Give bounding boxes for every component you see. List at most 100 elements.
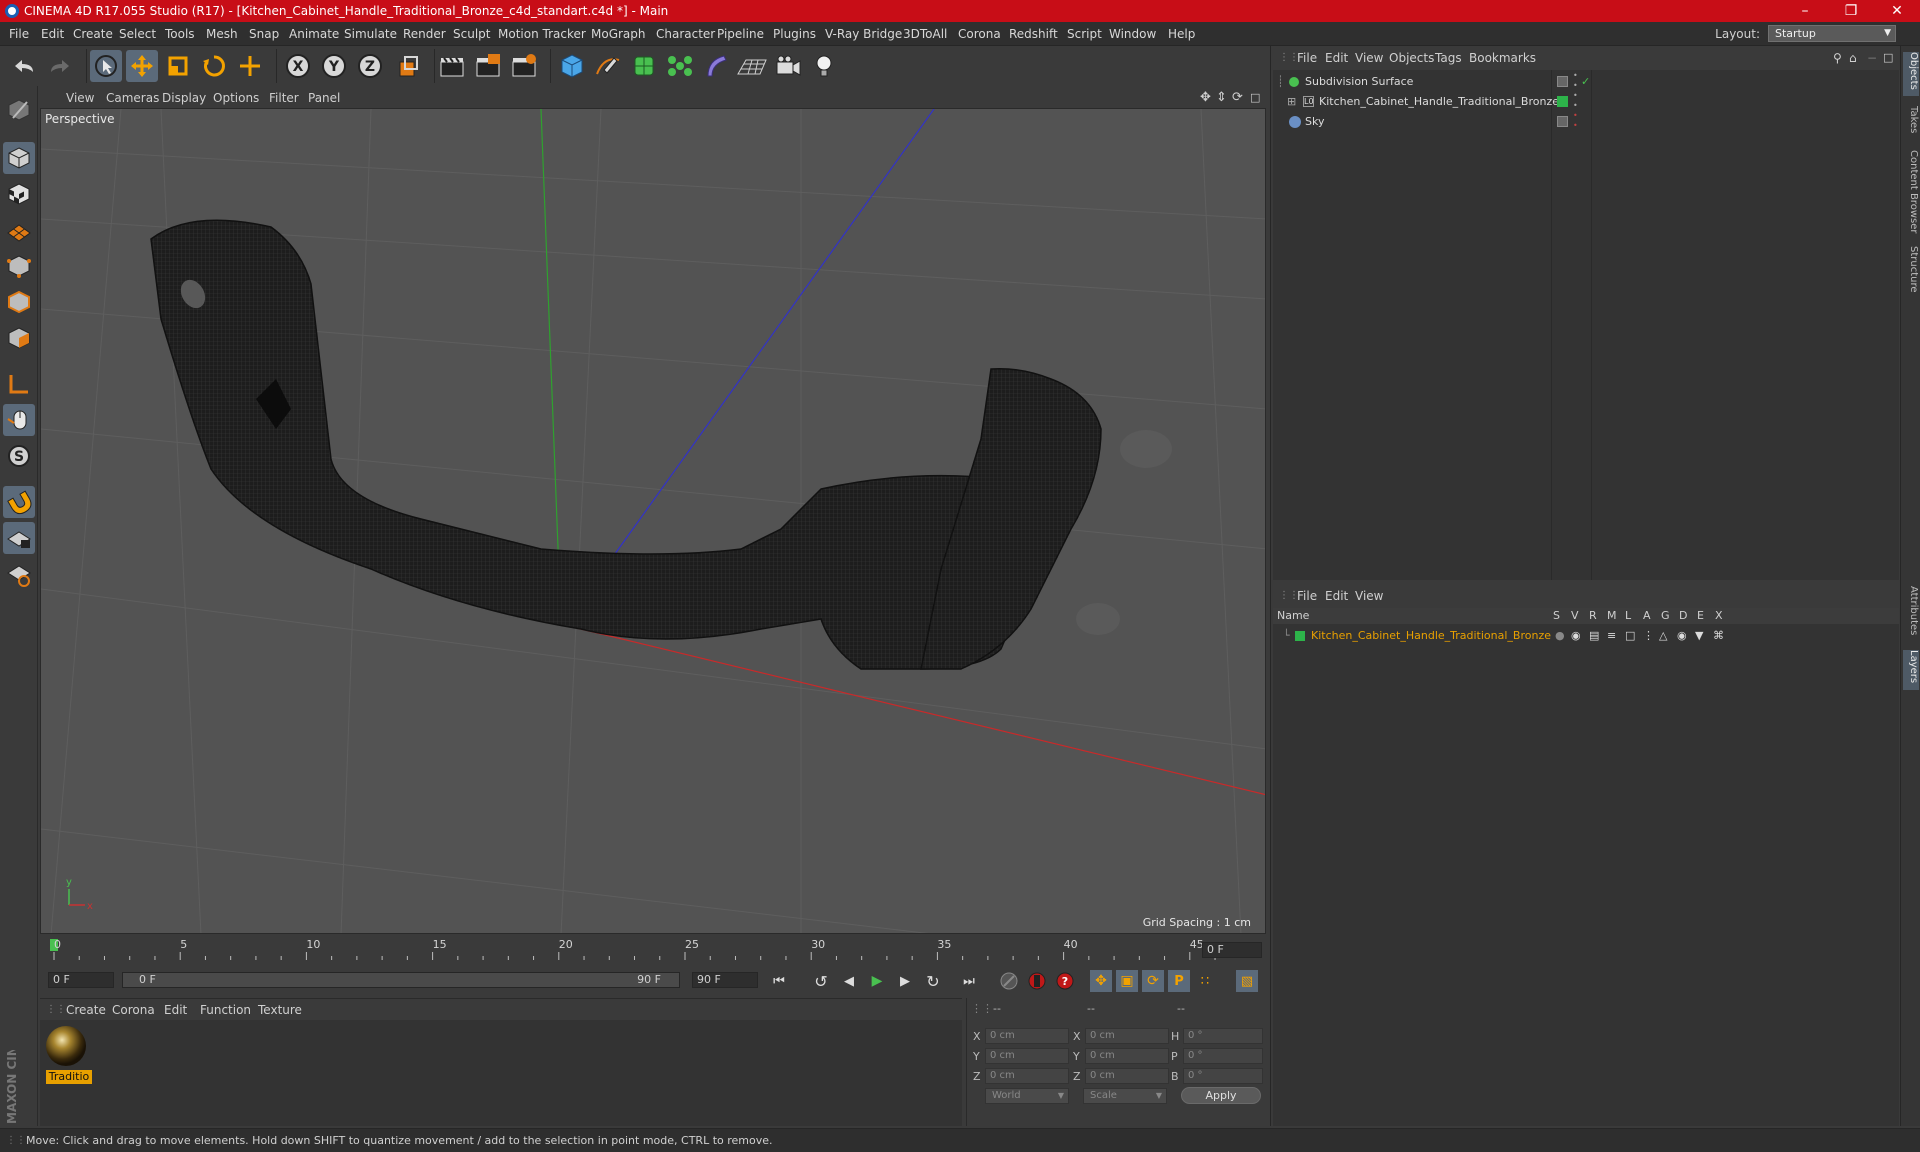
pos-y-field[interactable]: 0 cm [985, 1048, 1069, 1064]
add-spline-button[interactable] [592, 50, 624, 82]
record-keys-button[interactable] [998, 970, 1020, 992]
layer-visible-eye-icon[interactable]: ◉ [1571, 626, 1581, 646]
layer-manager-icon[interactable]: ≡ [1607, 626, 1616, 646]
menu-mesh[interactable]: Mesh [206, 22, 238, 46]
y-axis-lock-button[interactable]: Y [318, 50, 350, 82]
layer-animation-icon[interactable]: ⋮ [1643, 626, 1654, 646]
viewport-maximize-icon[interactable]: □ [1250, 88, 1260, 108]
objects-menu-edit[interactable]: Edit [1325, 48, 1348, 68]
axis-mode-button[interactable] [3, 368, 35, 400]
menu-simulate[interactable]: Simulate [344, 22, 397, 46]
viewport-move-icon[interactable]: ✥ [1200, 88, 1211, 108]
material-menu-corona[interactable]: Corona [112, 999, 155, 1021]
undo-button[interactable] [8, 50, 40, 82]
menu-file[interactable]: File [9, 22, 29, 46]
search-icon[interactable]: ⚲ [1833, 48, 1842, 68]
material-menu-edit[interactable]: Edit [164, 999, 187, 1021]
menu-window[interactable]: Window [1109, 22, 1156, 46]
menu-mograph[interactable]: MoGraph [591, 22, 646, 46]
tab-takes[interactable]: Takes [1903, 106, 1919, 142]
menu-create[interactable]: Create [73, 22, 113, 46]
home-icon[interactable]: ⌂ [1849, 48, 1857, 68]
snap-button[interactable]: S [3, 440, 35, 472]
menu-help[interactable]: Help [1168, 22, 1195, 46]
next-key-button[interactable]: ↻ [922, 970, 944, 992]
key-rotation-button[interactable]: ⟳ [1142, 970, 1164, 992]
add-light-button[interactable] [808, 50, 840, 82]
make-editable-button[interactable] [3, 94, 35, 126]
workplane-rotate-button[interactable] [3, 558, 35, 590]
layer-deformer-icon[interactable]: ◉ [1677, 626, 1687, 646]
polygons-mode-button[interactable] [3, 322, 35, 354]
layer-xref-icon[interactable]: ⌘ [1713, 626, 1724, 646]
layers-menu-view[interactable]: View [1355, 586, 1383, 606]
autokey-button[interactable] [1026, 970, 1048, 992]
menu-pipeline[interactable]: Pipeline [717, 22, 764, 46]
maximize-button[interactable]: ❐ [1828, 0, 1874, 22]
prev-key-button[interactable]: ↺ [810, 970, 832, 992]
keyframe-selection-button[interactable]: ? [1054, 970, 1076, 992]
object-row-kitchen-handle[interactable]: ⊞ L0 Kitchen_Cabinet_Handle_Traditional_… [1273, 91, 1899, 112]
menu-character[interactable]: Character [656, 22, 715, 46]
scale-tool[interactable] [162, 50, 194, 82]
visibility-dots-icon[interactable]: • • [1573, 71, 1578, 91]
render-settings-button[interactable] [508, 50, 540, 82]
redo-button[interactable] [44, 50, 76, 82]
timeline-window-button[interactable]: ▧ [1236, 970, 1258, 992]
end-frame-field[interactable]: 90 F [692, 972, 758, 988]
menu-render[interactable]: Render [403, 22, 446, 46]
rot-b-field[interactable]: 0 ° [1183, 1068, 1263, 1084]
layer-row[interactable]: └ Kitchen_Cabinet_Handle_Traditional_Bro… [1273, 626, 1899, 646]
layer-color-icon[interactable] [1295, 631, 1305, 641]
layers-menu-file[interactable]: File [1297, 586, 1317, 606]
play-button[interactable]: ▶ [866, 970, 888, 992]
layer-generator-icon[interactable]: △ [1659, 626, 1667, 646]
viewport-menu-cameras[interactable]: Cameras [106, 88, 159, 108]
points-mode-button[interactable] [3, 250, 35, 282]
go-to-start-button[interactable]: ⏮ [768, 970, 790, 992]
add-cube-button[interactable] [556, 50, 588, 82]
size-y-field[interactable]: 0 cm [1085, 1048, 1169, 1064]
rot-h-field[interactable]: 0 ° [1183, 1028, 1263, 1044]
apply-button[interactable]: Apply [1181, 1087, 1261, 1104]
current-frame-field[interactable]: 0 F [1202, 942, 1262, 958]
enabled-check-icon[interactable]: ✓ [1581, 72, 1590, 92]
timeline-ruler[interactable]: 051015202530354045505560657075808590 0 F [40, 936, 1835, 964]
3d-viewport[interactable]: y x Perspective Grid Spacing : 1 cm [40, 108, 1266, 934]
menu-select[interactable]: Select [119, 22, 156, 46]
minimize-button[interactable]: – [1782, 0, 1828, 22]
menu-edit[interactable]: Edit [41, 22, 64, 46]
texture-mode-button[interactable] [3, 178, 35, 210]
expand-plus-icon[interactable]: ⊞ [1287, 92, 1296, 112]
tab-objects[interactable]: Objects [1903, 52, 1919, 96]
size-mode-dropdown[interactable]: Scale ▼ [1083, 1088, 1167, 1104]
move-tool[interactable] [126, 50, 158, 82]
menu-plugins[interactable]: Plugins [773, 22, 816, 46]
coordinate-space-dropdown[interactable]: World ▼ [985, 1088, 1069, 1104]
menu-corona[interactable]: Corona [958, 22, 1001, 46]
tweak-mode-button[interactable] [3, 404, 35, 436]
layer-toggle-icon[interactable] [1557, 116, 1568, 127]
tab-structure[interactable]: Structure [1903, 246, 1919, 298]
add-deformer-button[interactable] [700, 50, 732, 82]
viewport-menu-options[interactable]: Options [213, 88, 259, 108]
key-position-button[interactable]: ✥ [1090, 970, 1112, 992]
grip-handle-icon[interactable]: ⋮⋮ [46, 999, 66, 1021]
layer-color-icon[interactable] [1557, 96, 1568, 107]
workplane-mode-button[interactable] [3, 214, 35, 246]
material-thumbnail[interactable]: Traditio [44, 1024, 92, 1084]
objects-menu-bookmarks[interactable]: Bookmarks [1469, 48, 1536, 68]
key-scale-button[interactable]: ▣ [1116, 970, 1138, 992]
menu-script[interactable]: Script [1067, 22, 1102, 46]
pos-z-field[interactable]: 0 cm [985, 1068, 1069, 1084]
next-frame-button[interactable]: ▶ [894, 970, 916, 992]
z-axis-lock-button[interactable]: Z [354, 50, 386, 82]
layer-lock-icon[interactable]: □ [1625, 626, 1635, 646]
pos-x-field[interactable]: 0 cm [985, 1028, 1069, 1044]
layers-menu-edit[interactable]: Edit [1325, 586, 1348, 606]
material-menu-function[interactable]: Function [200, 999, 251, 1021]
material-menu-create[interactable]: Create [66, 999, 106, 1021]
grip-handle-icon[interactable]: ⋮⋮ [1279, 586, 1299, 606]
key-pla-button[interactable]: ∷ [1194, 970, 1216, 992]
menu-3dtoall[interactable]: 3DToAll [903, 22, 947, 46]
